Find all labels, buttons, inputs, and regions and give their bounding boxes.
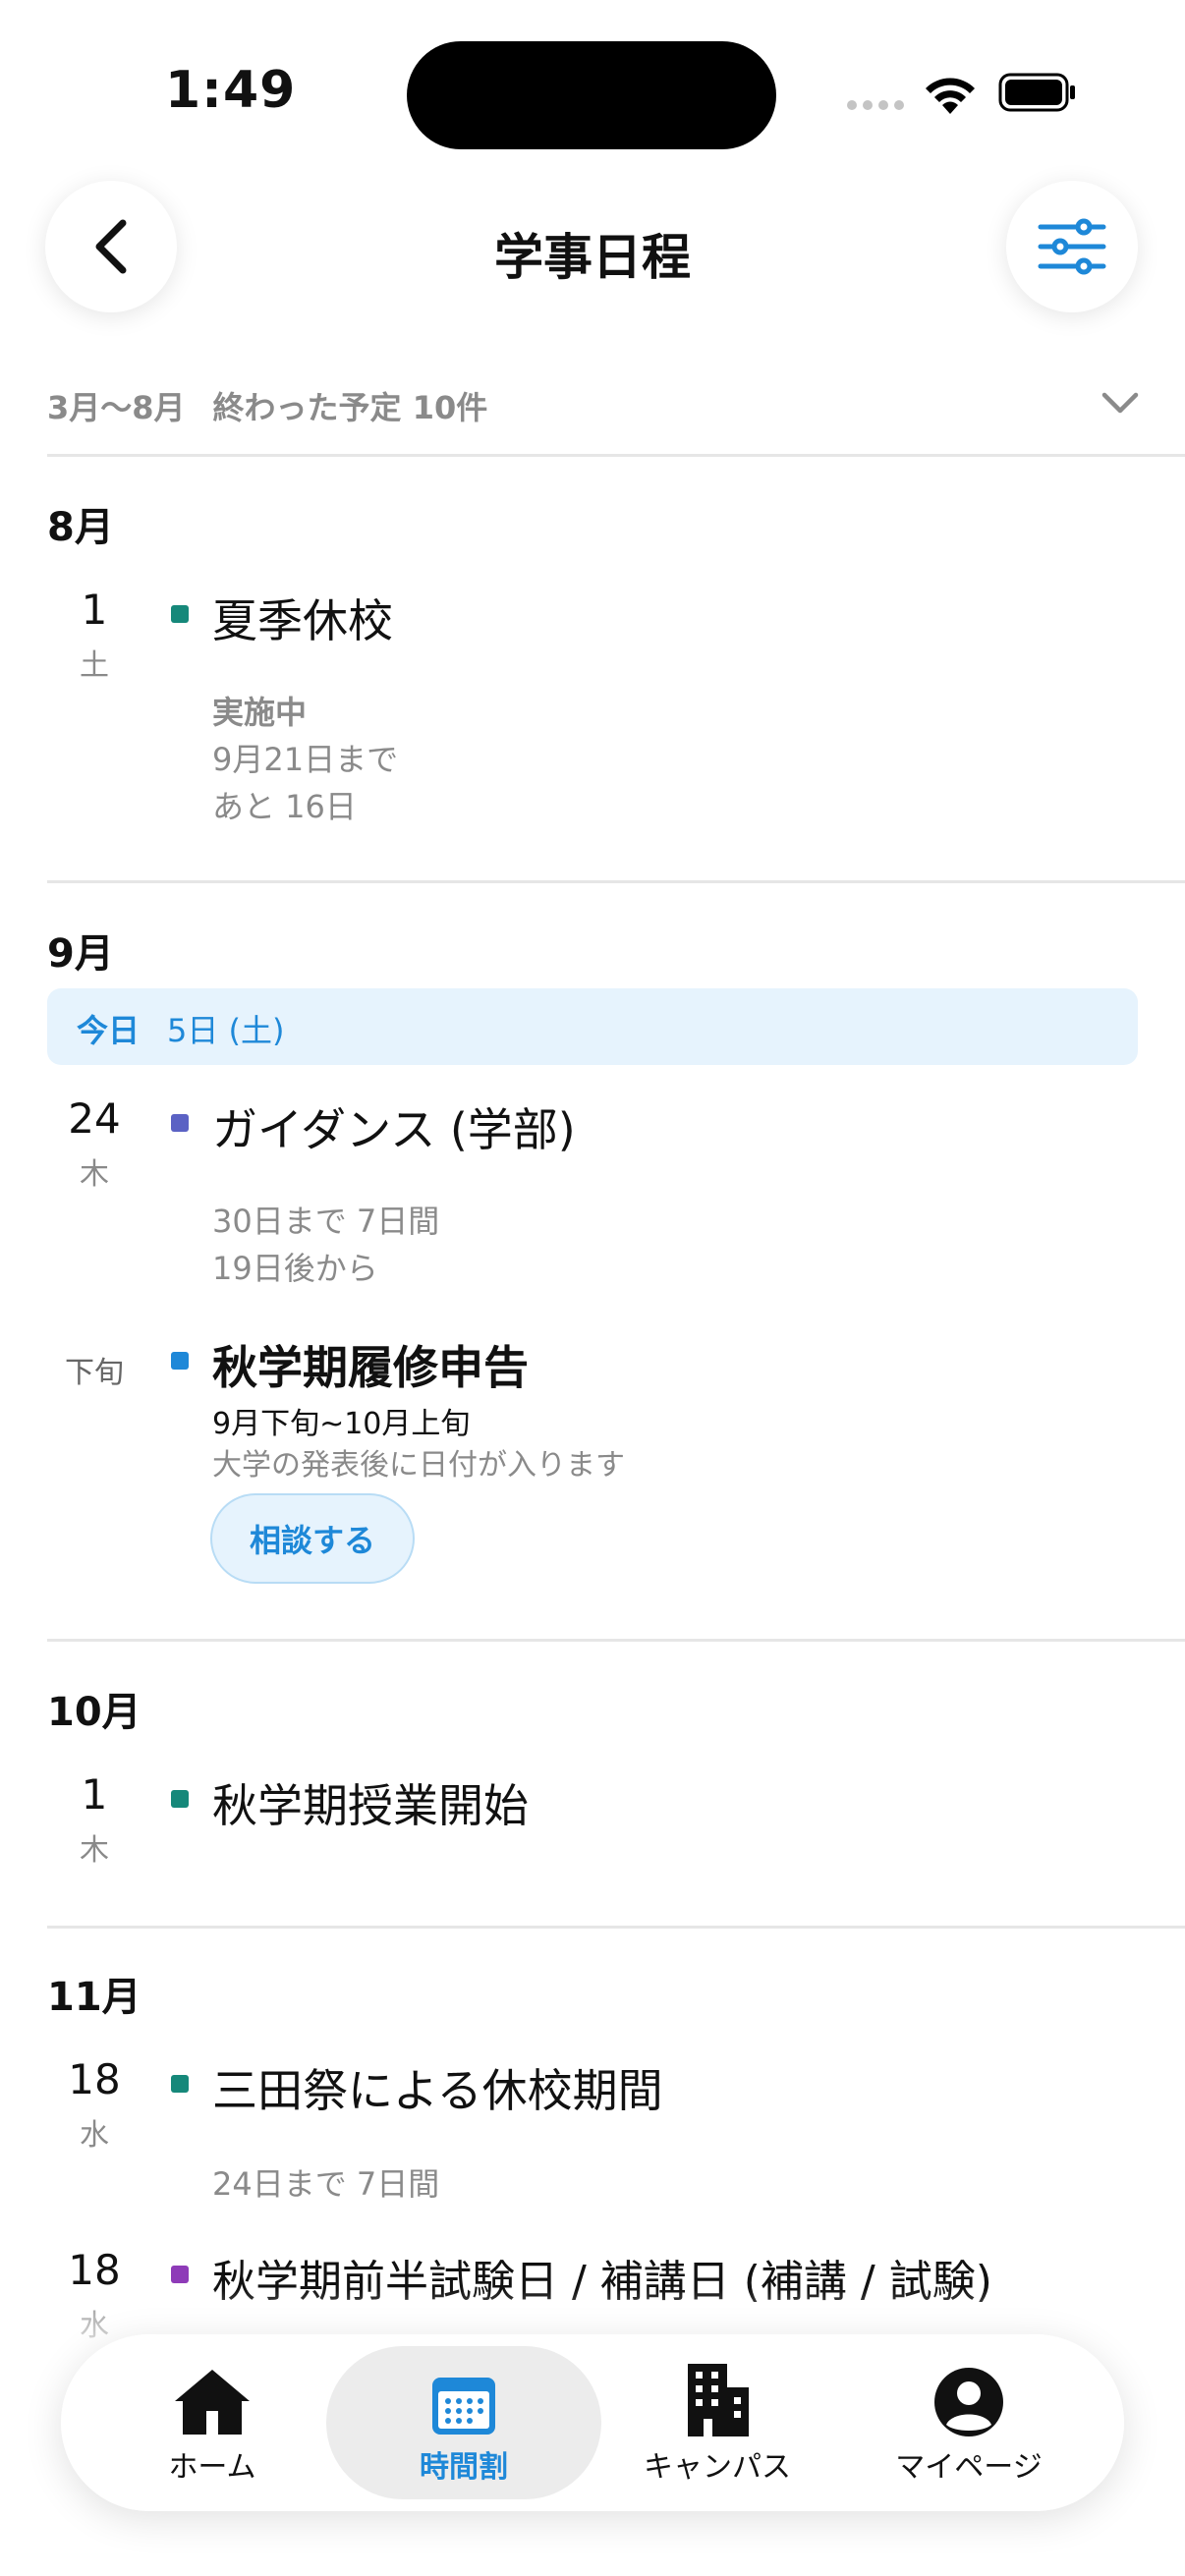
- past-range: 3月〜8月: [47, 389, 186, 426]
- month-header-sep: 9月: [47, 931, 114, 977]
- event-remaining: あと 16日: [212, 788, 357, 825]
- wifi-icon: [926, 78, 975, 114]
- event-day: 1: [81, 586, 108, 634]
- event-title[interactable]: 秋学期授業開始: [212, 1770, 529, 1835]
- event-period: 9月下旬~10月上旬: [212, 1407, 471, 1441]
- event-weekday: 木: [80, 1157, 109, 1192]
- chevron-down-icon[interactable]: [1099, 389, 1142, 419]
- tab-campus[interactable]: キャンパス: [590, 2358, 845, 2486]
- category-dot: [171, 605, 189, 623]
- month-header-aug: 8月: [47, 505, 114, 550]
- event-weekday: 水: [80, 2118, 109, 2153]
- past-summary-text: 終わった予定 10件: [212, 389, 488, 426]
- event-day: 24: [68, 1094, 121, 1143]
- tab-home[interactable]: ホーム: [85, 2358, 340, 2486]
- home-icon: [175, 2370, 250, 2435]
- event-title[interactable]: 三田祭による休校期間: [212, 2055, 663, 2120]
- tab-label: キャンパス: [644, 2450, 791, 2485]
- category-dot: [171, 1352, 189, 1370]
- event-day: 1: [81, 1770, 108, 1819]
- event-duration: 24日まで 7日間: [212, 2165, 440, 2203]
- sliders-icon: [1038, 218, 1106, 275]
- today-date: 5日 (土): [167, 1012, 285, 1049]
- category-dot: [171, 1790, 189, 1808]
- event-title[interactable]: ガイダンス (学部): [212, 1094, 576, 1159]
- consult-button[interactable]: 相談する: [210, 1493, 415, 1584]
- event-until: 9月21日まで: [212, 741, 399, 778]
- person-icon: [934, 2368, 1003, 2436]
- tab-label: マイページ: [895, 2450, 1043, 2485]
- event-starts-in: 19日後から: [212, 1250, 378, 1287]
- tab-label: ホーム: [168, 2450, 256, 2485]
- event-note: 大学の発表後に日付が入ります: [212, 1448, 625, 1483]
- building-icon: [688, 2364, 749, 2436]
- tab-mypage[interactable]: マイページ: [841, 2358, 1097, 2486]
- event-status: 実施中: [212, 694, 308, 731]
- event-day: 18: [68, 2246, 121, 2294]
- event-duration: 30日まで 7日間: [212, 1203, 440, 1240]
- status-time: 1:49: [165, 61, 297, 120]
- event-day: 下旬: [65, 1356, 124, 1390]
- event-title[interactable]: 秋学期履修申告: [212, 1332, 529, 1397]
- month-header-nov: 11月: [47, 1975, 141, 2020]
- cellular-signal-icon: [847, 100, 904, 110]
- month-header-oct: 10月: [47, 1690, 141, 1735]
- divider: [47, 454, 1185, 457]
- event-weekday: 土: [80, 648, 109, 683]
- divider: [47, 1926, 1185, 1929]
- past-events-toggle[interactable]: 3月〜8月 終わった予定 10件: [47, 383, 515, 428]
- event-day: 18: [68, 2055, 121, 2103]
- tab-timetable[interactable]: 時間割: [336, 2358, 592, 2486]
- divider: [47, 880, 1185, 883]
- battery-icon: [998, 73, 1075, 112]
- divider: [47, 1639, 1185, 1642]
- category-dot: [171, 1114, 189, 1132]
- calendar-icon: [432, 2378, 495, 2435]
- filter-button[interactable]: [1006, 181, 1138, 312]
- category-dot: [171, 2266, 189, 2283]
- dynamic-island: [407, 41, 776, 149]
- event-weekday: 木: [80, 1833, 109, 1868]
- category-dot: [171, 2075, 189, 2093]
- event-title[interactable]: 夏季休校: [212, 586, 393, 650]
- tab-label: 時間割: [420, 2450, 508, 2485]
- today-label: 今日: [77, 1012, 141, 1049]
